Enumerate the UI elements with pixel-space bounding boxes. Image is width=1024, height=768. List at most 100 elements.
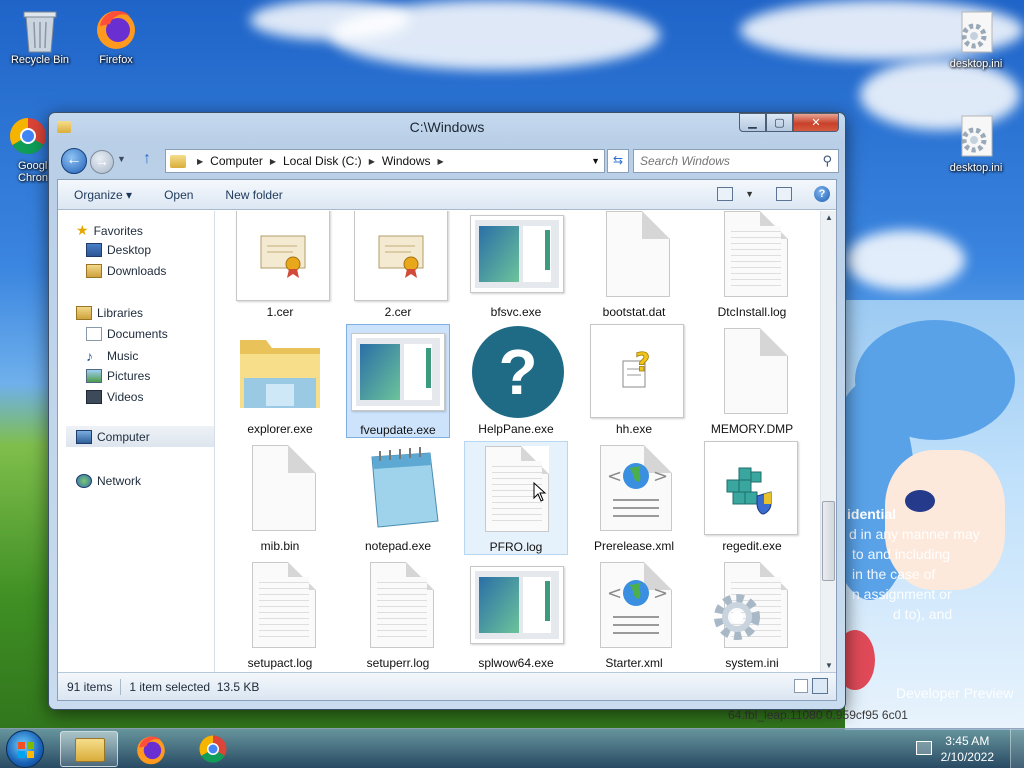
- maximize-button[interactable]: ▢: [766, 113, 793, 132]
- file-item[interactable]: mib.bin: [228, 441, 332, 555]
- folder-icon: [170, 154, 186, 168]
- title-bar[interactable]: C:\Windows ▁ ▢ ✕: [49, 113, 845, 143]
- chevron-right-icon[interactable]: ▶: [438, 157, 444, 166]
- xml-file-icon: < >: [600, 445, 672, 531]
- search-box[interactable]: ⚲: [633, 149, 839, 173]
- file-item[interactable]: 1.cer: [228, 211, 332, 321]
- selection-info: 1 item selected 13.5 KB: [129, 679, 260, 694]
- vertical-scrollbar[interactable]: ▲ ▼: [820, 211, 836, 672]
- taskbar-firefox[interactable]: [122, 731, 180, 767]
- clock-time: 3:45 AM: [945, 734, 990, 748]
- desktop-icon-firefox[interactable]: Firefox: [80, 6, 152, 66]
- file-item[interactable]: notepad.exe: [346, 441, 450, 555]
- file-item[interactable]: regedit.exe: [700, 441, 804, 555]
- nav-desktop[interactable]: Desktop: [86, 243, 151, 257]
- nav-documents[interactable]: Documents: [86, 327, 168, 341]
- nav-label: Computer: [97, 429, 150, 444]
- desktop-icon-desktop-ini[interactable]: desktop.ini: [938, 114, 1014, 174]
- blank-file-icon: [252, 445, 316, 531]
- up-arrow-icon[interactable]: ↑: [143, 150, 151, 168]
- file-item[interactable]: explorer.exe: [228, 324, 332, 438]
- watermark-text: in the case of: [852, 566, 936, 582]
- nav-favorites[interactable]: ★ Favorites: [76, 222, 143, 239]
- file-item[interactable]: < > Prerelease.xml: [582, 441, 686, 555]
- open-button[interactable]: Open: [154, 188, 203, 202]
- search-icon[interactable]: ⚲: [822, 153, 832, 169]
- chevron-down-icon[interactable]: ▼: [745, 189, 754, 199]
- nav-label: Documents: [107, 327, 168, 341]
- file-name: bfsvc.exe: [490, 305, 542, 319]
- chevron-down-icon[interactable]: ▼: [591, 156, 600, 166]
- chevron-right-icon[interactable]: ▶: [270, 157, 276, 166]
- preview-pane-icon[interactable]: [776, 187, 792, 201]
- taskbar-explorer[interactable]: [60, 731, 118, 767]
- close-button[interactable]: ✕: [793, 113, 839, 132]
- file-item-selected[interactable]: fveupdate.exe: [346, 324, 450, 438]
- file-item[interactable]: ? hh.exe: [582, 324, 686, 438]
- svg-text:<: <: [607, 583, 622, 604]
- nav-label: Music: [107, 349, 139, 363]
- recycle-bin-icon: [18, 6, 62, 53]
- desktop-icon-chrome[interactable]: Googl Chron: [4, 116, 52, 184]
- minimize-button[interactable]: ▁: [739, 113, 766, 132]
- file-item[interactable]: bootstat.dat: [582, 211, 686, 321]
- scroll-up-arrow[interactable]: ▲: [821, 213, 837, 222]
- forward-button[interactable]: →: [90, 150, 114, 174]
- start-button[interactable]: [6, 730, 44, 768]
- scroll-down-arrow[interactable]: ▼: [821, 661, 837, 670]
- explorer-content: Organize ▾ Open New folder ▼ ? ★ Favorit…: [57, 179, 837, 701]
- breadcrumb-windows[interactable]: Windows: [382, 154, 431, 168]
- nav-music[interactable]: ♪ Music: [86, 348, 138, 364]
- desktop-icon-desktop-ini[interactable]: desktop.ini: [938, 10, 1014, 70]
- show-desktop-button[interactable]: [1010, 729, 1024, 768]
- nav-libraries[interactable]: Libraries: [76, 306, 143, 320]
- file-name: regedit.exe: [722, 539, 782, 553]
- organize-menu[interactable]: Organize ▾: [58, 188, 142, 202]
- file-item[interactable]: ? HelpPane.exe: [464, 324, 568, 438]
- chevron-right-icon[interactable]: ▶: [197, 157, 203, 166]
- application-icon: [470, 566, 564, 644]
- refresh-button[interactable]: ⇆: [607, 149, 629, 173]
- explorer-folder-icon: [236, 328, 324, 414]
- network-tray-icon[interactable]: [916, 741, 932, 755]
- breadcrumb-local-disk[interactable]: Local Disk (C:): [283, 154, 362, 168]
- back-button[interactable]: ←: [61, 148, 87, 174]
- large-icons-view-icon[interactable]: [812, 678, 828, 694]
- address-bar[interactable]: ▶ Computer ▶ Local Disk (C:) ▶ Windows ▶…: [165, 149, 605, 173]
- nav-downloads[interactable]: Downloads: [86, 264, 166, 278]
- file-item-hovered[interactable]: PFRO.log: [464, 441, 568, 555]
- file-item[interactable]: < > Starter.xml: [582, 558, 686, 672]
- file-name: hh.exe: [615, 422, 653, 436]
- new-folder-button[interactable]: New folder: [215, 188, 292, 202]
- file-name: setupact.log: [247, 656, 313, 670]
- desktop-icon-recycle-bin[interactable]: Recycle Bin: [4, 6, 76, 66]
- taskbar-chrome[interactable]: [184, 731, 242, 767]
- settings-file-icon: [954, 10, 998, 54]
- scroll-thumb[interactable]: [822, 501, 835, 581]
- change-view-icon[interactable]: [717, 187, 734, 201]
- file-item[interactable]: 2.cer: [346, 211, 450, 321]
- help-icon[interactable]: ?: [814, 186, 830, 202]
- chevron-right-icon[interactable]: ▶: [369, 157, 375, 166]
- nav-computer[interactable]: Computer: [66, 426, 214, 447]
- file-list: 1.cer 2.cer bfsvc.exe bootstat.dat DtcIn…: [216, 211, 820, 672]
- file-item[interactable]: setuperr.log: [346, 558, 450, 672]
- file-item[interactable]: setupact.log: [228, 558, 332, 672]
- clock[interactable]: 3:45 AM 2/10/2022: [941, 733, 994, 765]
- nav-pictures[interactable]: Pictures: [86, 369, 150, 383]
- downloads-icon: [86, 264, 102, 278]
- file-item[interactable]: DtcInstall.log: [700, 211, 804, 321]
- watermark-text: 64.fbl_leap.11080 0.959cf95 6c01: [728, 708, 908, 722]
- nav-network[interactable]: Network: [76, 474, 141, 488]
- breadcrumb-computer[interactable]: Computer: [210, 154, 263, 168]
- file-item[interactable]: bfsvc.exe: [464, 211, 568, 321]
- file-item[interactable]: splwow64.exe: [464, 558, 568, 672]
- search-input[interactable]: [640, 154, 812, 168]
- file-item[interactable]: MEMORY.DMP: [700, 324, 804, 438]
- nav-label: Libraries: [97, 306, 144, 320]
- file-item[interactable]: system.ini: [700, 558, 804, 672]
- settings-file-icon: [714, 562, 788, 648]
- details-view-icon[interactable]: [794, 679, 808, 693]
- recent-pages-dropdown[interactable]: ▼: [117, 154, 126, 164]
- nav-videos[interactable]: Videos: [86, 390, 143, 404]
